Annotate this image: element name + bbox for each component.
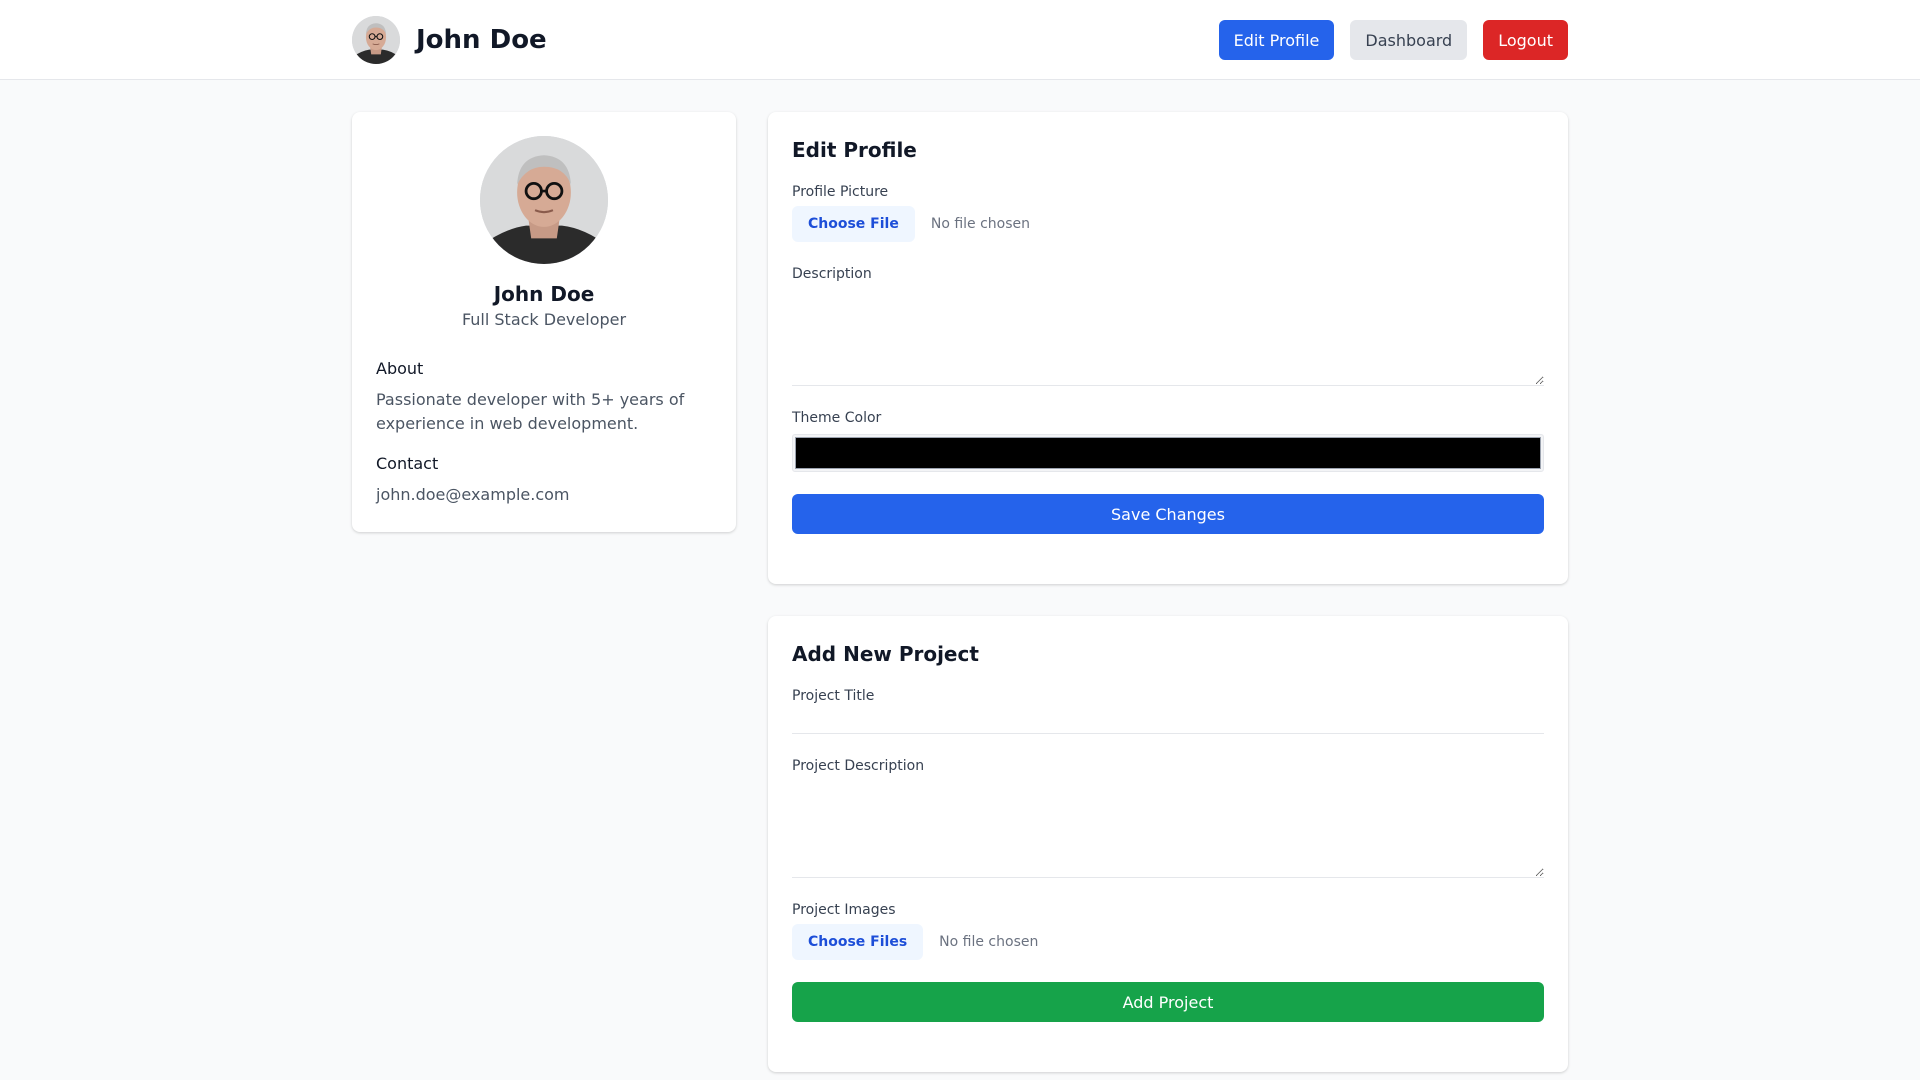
project-description-label: Project Description — [792, 758, 925, 774]
top-navbar: John Doe Edit Profile Dashboard Logout — [0, 0, 1920, 80]
project-images-label: Project Images — [792, 902, 896, 918]
choose-file-button[interactable]: Choose File — [792, 206, 915, 242]
dashboard-button[interactable]: Dashboard — [1350, 20, 1468, 60]
description-label: Description — [792, 266, 872, 282]
edit-profile-heading: Edit Profile — [792, 138, 917, 162]
project-images-group: Project Images Choose Files No file chos… — [792, 902, 1544, 960]
profile-name: John Doe — [493, 282, 595, 306]
profile-picture-label: Profile Picture — [792, 184, 889, 200]
theme-color-group: Theme Color — [792, 410, 1544, 472]
description-group: Description — [792, 266, 1544, 386]
user-portrait-icon — [480, 136, 608, 264]
profile-job-title: Full Stack Developer — [461, 310, 627, 329]
project-title-group: Project Title — [792, 688, 1544, 734]
profile-avatar — [480, 136, 608, 264]
file-status: No file chosen — [930, 216, 1031, 232]
project-description-group: Project Description — [792, 758, 1544, 878]
choose-files-button[interactable]: Choose Files — [792, 924, 924, 960]
edit-profile-card: Edit Profile Profile Picture Choose File… — [768, 112, 1568, 584]
profile-picture-input: Choose File No file chosen — [792, 206, 1544, 242]
project-description-textarea[interactable] — [792, 774, 1544, 878]
edit-profile-button[interactable]: Edit Profile — [1218, 20, 1335, 60]
header-nav: Edit Profile Dashboard Logout — [1218, 20, 1568, 60]
navbar-container: John Doe Edit Profile Dashboard Logout — [352, 0, 1568, 80]
brand: John Doe — [352, 16, 547, 64]
header-avatar — [352, 16, 400, 64]
add-project-card: Add New Project Project Title Project De… — [768, 616, 1568, 1072]
save-changes-button[interactable]: Save Changes — [792, 494, 1544, 534]
add-project-button[interactable]: Add Project — [792, 982, 1544, 1022]
description-textarea[interactable] — [792, 282, 1544, 386]
theme-color-swatch — [795, 437, 1541, 469]
about-heading: About — [376, 359, 424, 378]
logout-button[interactable]: Logout — [1483, 20, 1568, 60]
profile-card: John Doe Full Stack Developer About Pass… — [352, 112, 736, 532]
project-title-label: Project Title — [792, 688, 875, 704]
profile-picture-group: Profile Picture Choose File No file chos… — [792, 184, 1544, 242]
about-text: Passionate developer with 5+ years of ex… — [376, 390, 685, 433]
project-title-input[interactable] — [792, 704, 1544, 734]
theme-color-label: Theme Color — [792, 410, 882, 426]
files-status: No file chosen — [939, 934, 1039, 950]
header-user-name: John Doe — [416, 25, 547, 55]
project-images-input: Choose Files No file chosen — [792, 924, 1544, 960]
about-section: About Passionate developer with 5+ years… — [352, 359, 736, 436]
contact-email: john.doe@example.com — [376, 485, 570, 504]
contact-heading: Contact — [376, 454, 439, 473]
add-project-heading: Add New Project — [792, 642, 979, 666]
theme-color-picker[interactable] — [792, 434, 1544, 472]
user-portrait-icon — [352, 16, 400, 64]
contact-section: Contact john.doe@example.com — [352, 454, 736, 507]
